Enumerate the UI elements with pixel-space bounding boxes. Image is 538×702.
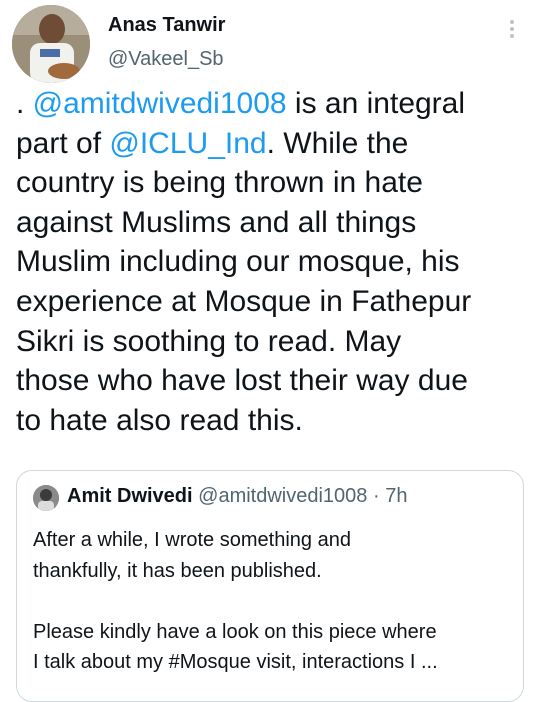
quoted-author-avatar[interactable] xyxy=(33,485,59,511)
tweet-line: Muslim including our mosque, his xyxy=(16,242,532,282)
author-name[interactable]: Anas Tanwir xyxy=(108,14,225,37)
tweet-text-segment: Muslim including our mosque, his xyxy=(16,245,460,279)
tweet-line: Sikri is soothing to read. May xyxy=(16,322,532,362)
quoted-timestamp[interactable]: 7h xyxy=(385,485,407,507)
author-handle[interactable]: @Vakeel_Sb xyxy=(108,48,224,71)
tweet-text-segment: those who have lost their way due xyxy=(16,364,468,398)
quoted-author-name[interactable]: Amit Dwivedi xyxy=(67,485,193,507)
quoted-line: I talk about my #Mosque visit, interacti… xyxy=(33,651,438,673)
tweet-text-segment: . While the xyxy=(266,126,409,160)
tweet-text-segment: experience at Mosque in Fathepur xyxy=(16,284,472,318)
tweet-line: against Muslims and all things xyxy=(16,203,532,243)
tweet-text-segment: country is being thrown in hate xyxy=(16,166,423,200)
tweet-line: experience at Mosque in Fathepur xyxy=(16,282,532,322)
tweet-line: country is being thrown in hate xyxy=(16,163,532,203)
mention-link[interactable]: @amitdwivedi1008 xyxy=(33,87,287,120)
tweet-line: to hate also read this. xyxy=(16,401,532,441)
quoted-tweet[interactable]: Amit Dwivedi @amitdwivedi1008 · 7h After… xyxy=(16,470,524,702)
quoted-separator: · xyxy=(372,485,380,507)
tweet-text-segment: against Muslims and all things xyxy=(16,205,417,239)
author-avatar[interactable] xyxy=(12,5,90,83)
tweet-line: part of @ICLU_Ind. While the xyxy=(16,124,532,164)
mention-link[interactable]: @ICLU_Ind xyxy=(109,127,266,160)
quoted-text: After a while, I wrote something and tha… xyxy=(33,525,513,678)
tweet-text-segment: part of xyxy=(16,126,110,160)
quoted-line: thankfully, it has been published. xyxy=(33,559,322,582)
quoted-author-handle[interactable]: @amitdwivedi1008 xyxy=(198,485,367,507)
tweet-line: . @amitdwivedi1008 is an integral xyxy=(16,84,532,124)
tweet-text-segment: . xyxy=(16,87,33,120)
quoted-line: After a while, I wrote something and xyxy=(33,529,351,551)
tweet-text-segment: is an integral xyxy=(286,87,466,120)
tweet-line: those who have lost their way due xyxy=(16,361,532,401)
more-options-icon[interactable] xyxy=(507,20,517,44)
tweet-text-segment: Sikri is soothing to read. May xyxy=(16,324,402,358)
quoted-header: Amit Dwivedi @amitdwivedi1008 · 7h xyxy=(67,485,407,508)
quoted-profile-photo-icon xyxy=(33,485,59,511)
tweet-text-segment: to hate also read this. xyxy=(16,403,303,437)
quoted-line: Please kindly have a look on this piece … xyxy=(33,620,437,643)
profile-photo-icon xyxy=(12,5,90,83)
tweet-text: . @amitdwivedi1008 is an integral part of… xyxy=(16,84,532,440)
